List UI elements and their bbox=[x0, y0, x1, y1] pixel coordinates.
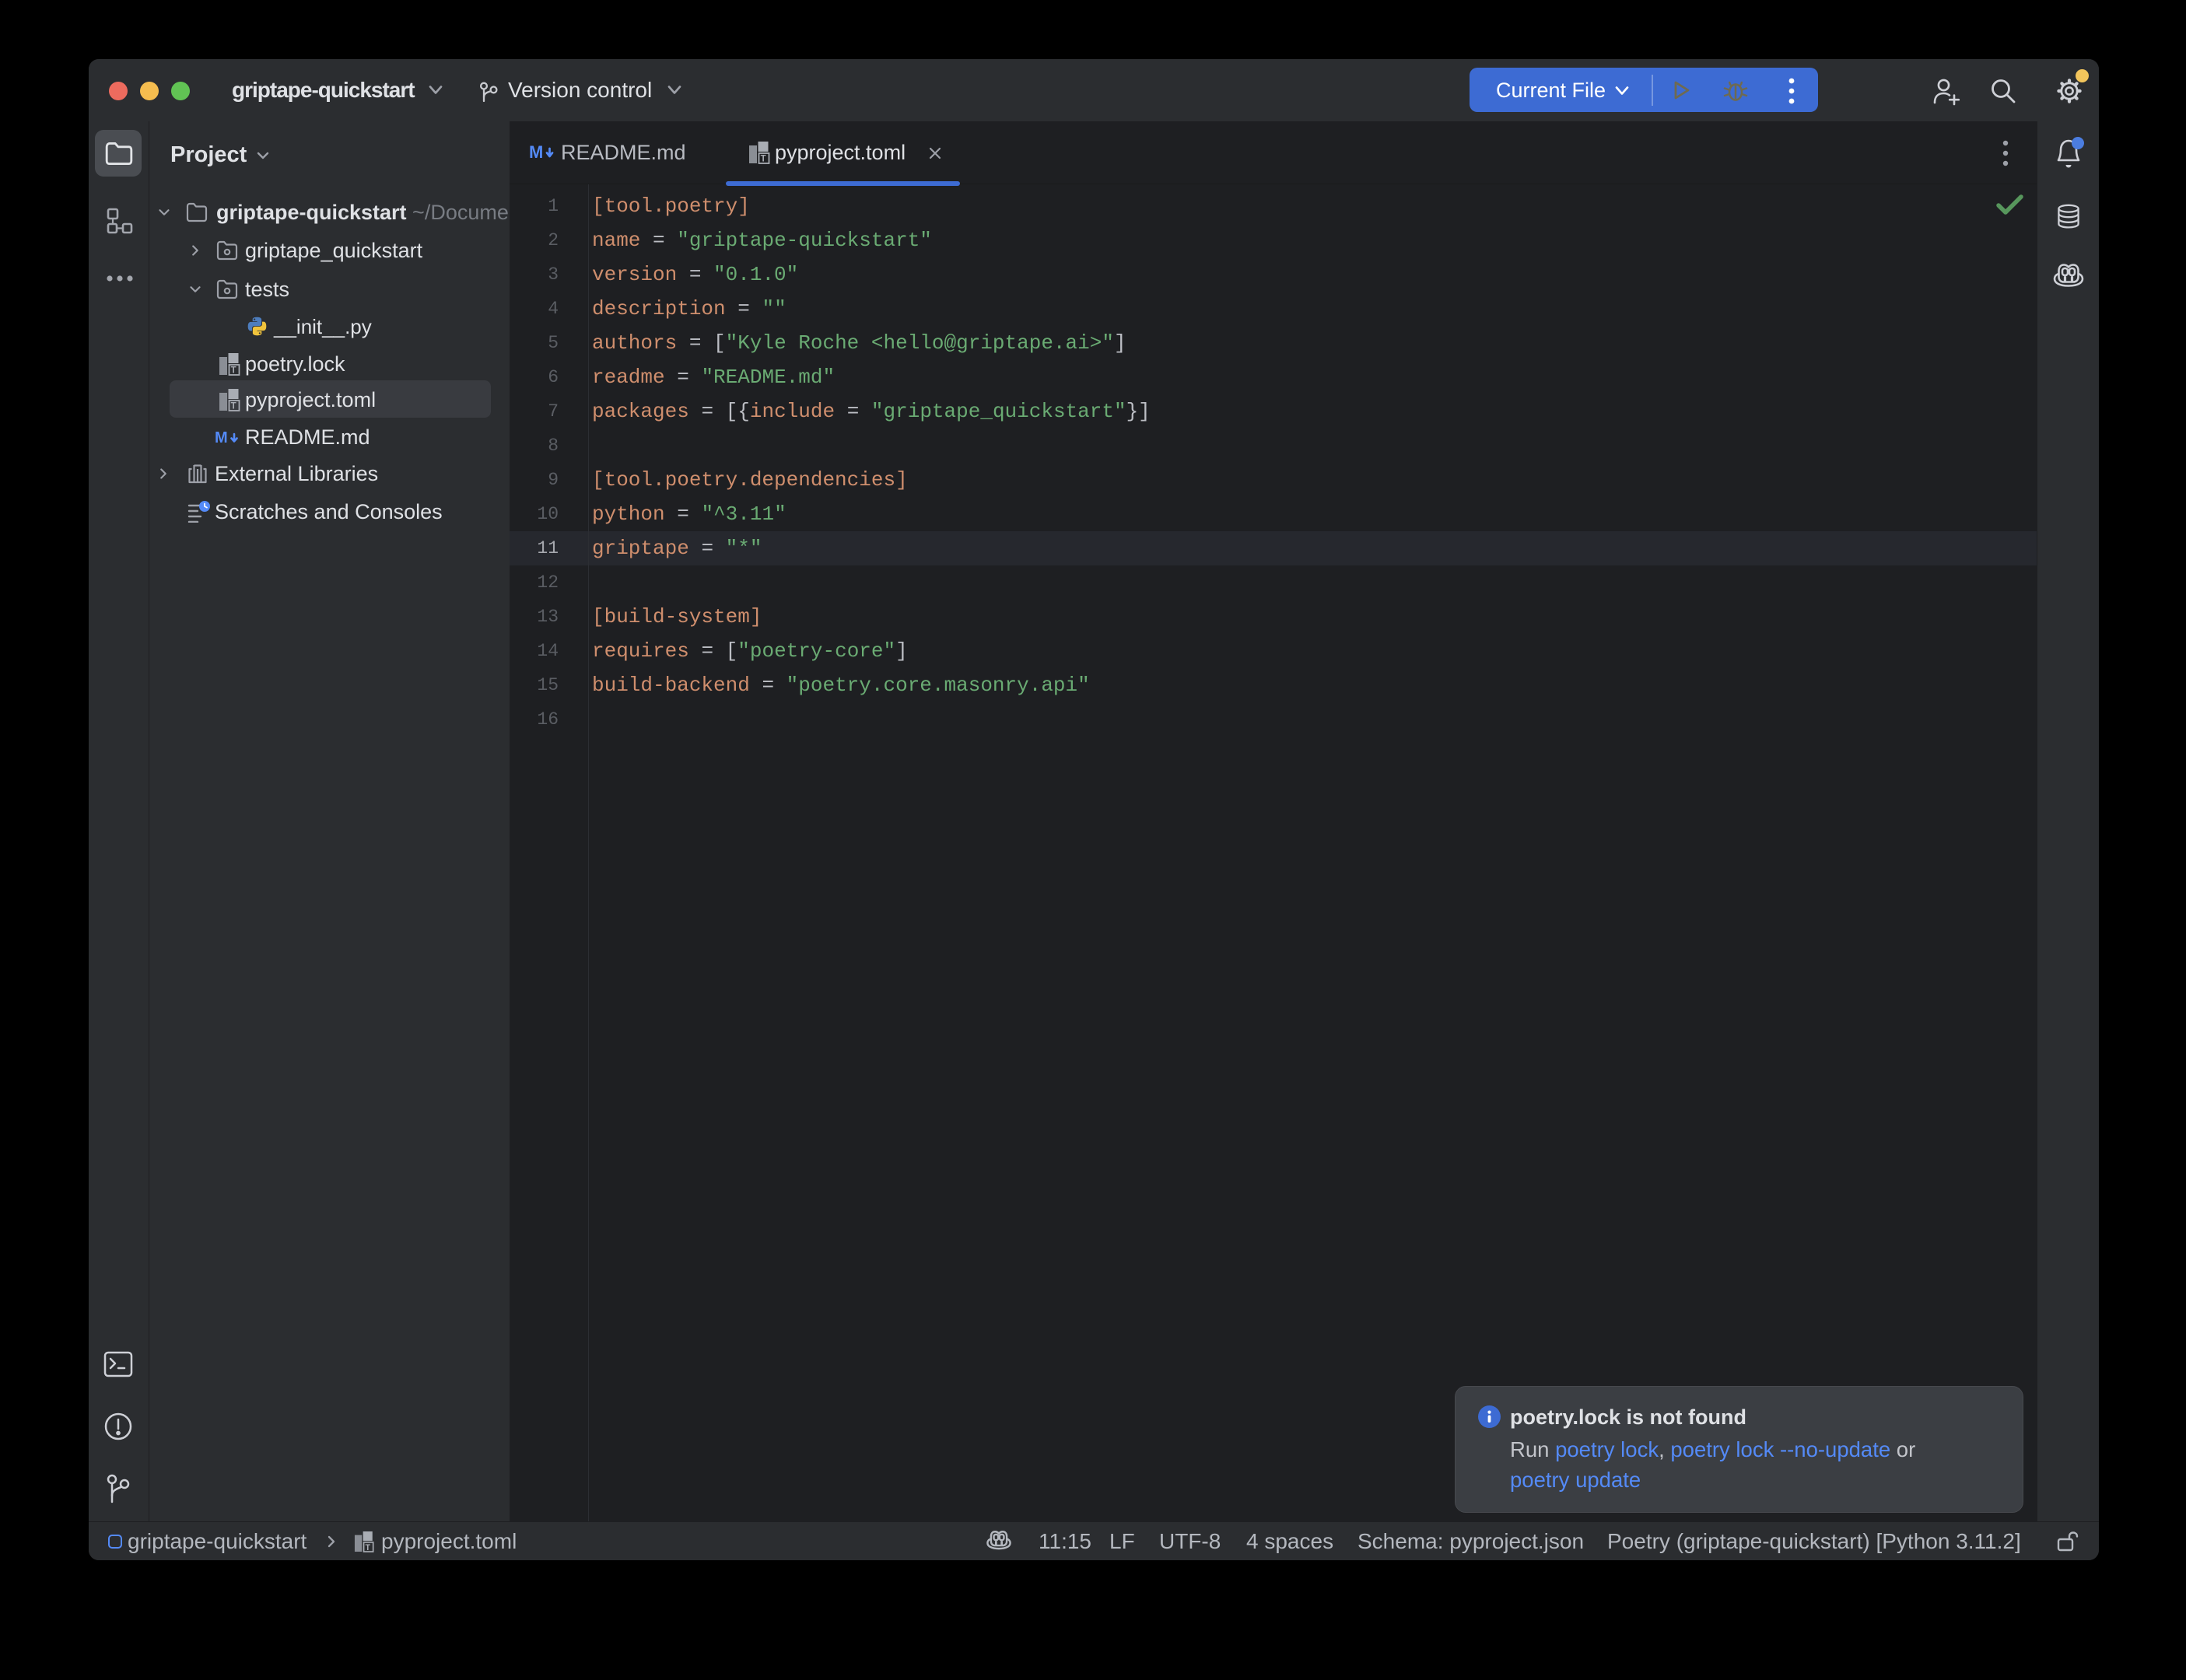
svg-text:T: T bbox=[366, 1543, 371, 1552]
svg-text:T: T bbox=[761, 155, 766, 164]
svg-text:T: T bbox=[231, 402, 236, 411]
svg-text:T: T bbox=[231, 366, 236, 376]
svg-text:M: M bbox=[529, 142, 543, 162]
svg-text:M: M bbox=[215, 429, 228, 446]
